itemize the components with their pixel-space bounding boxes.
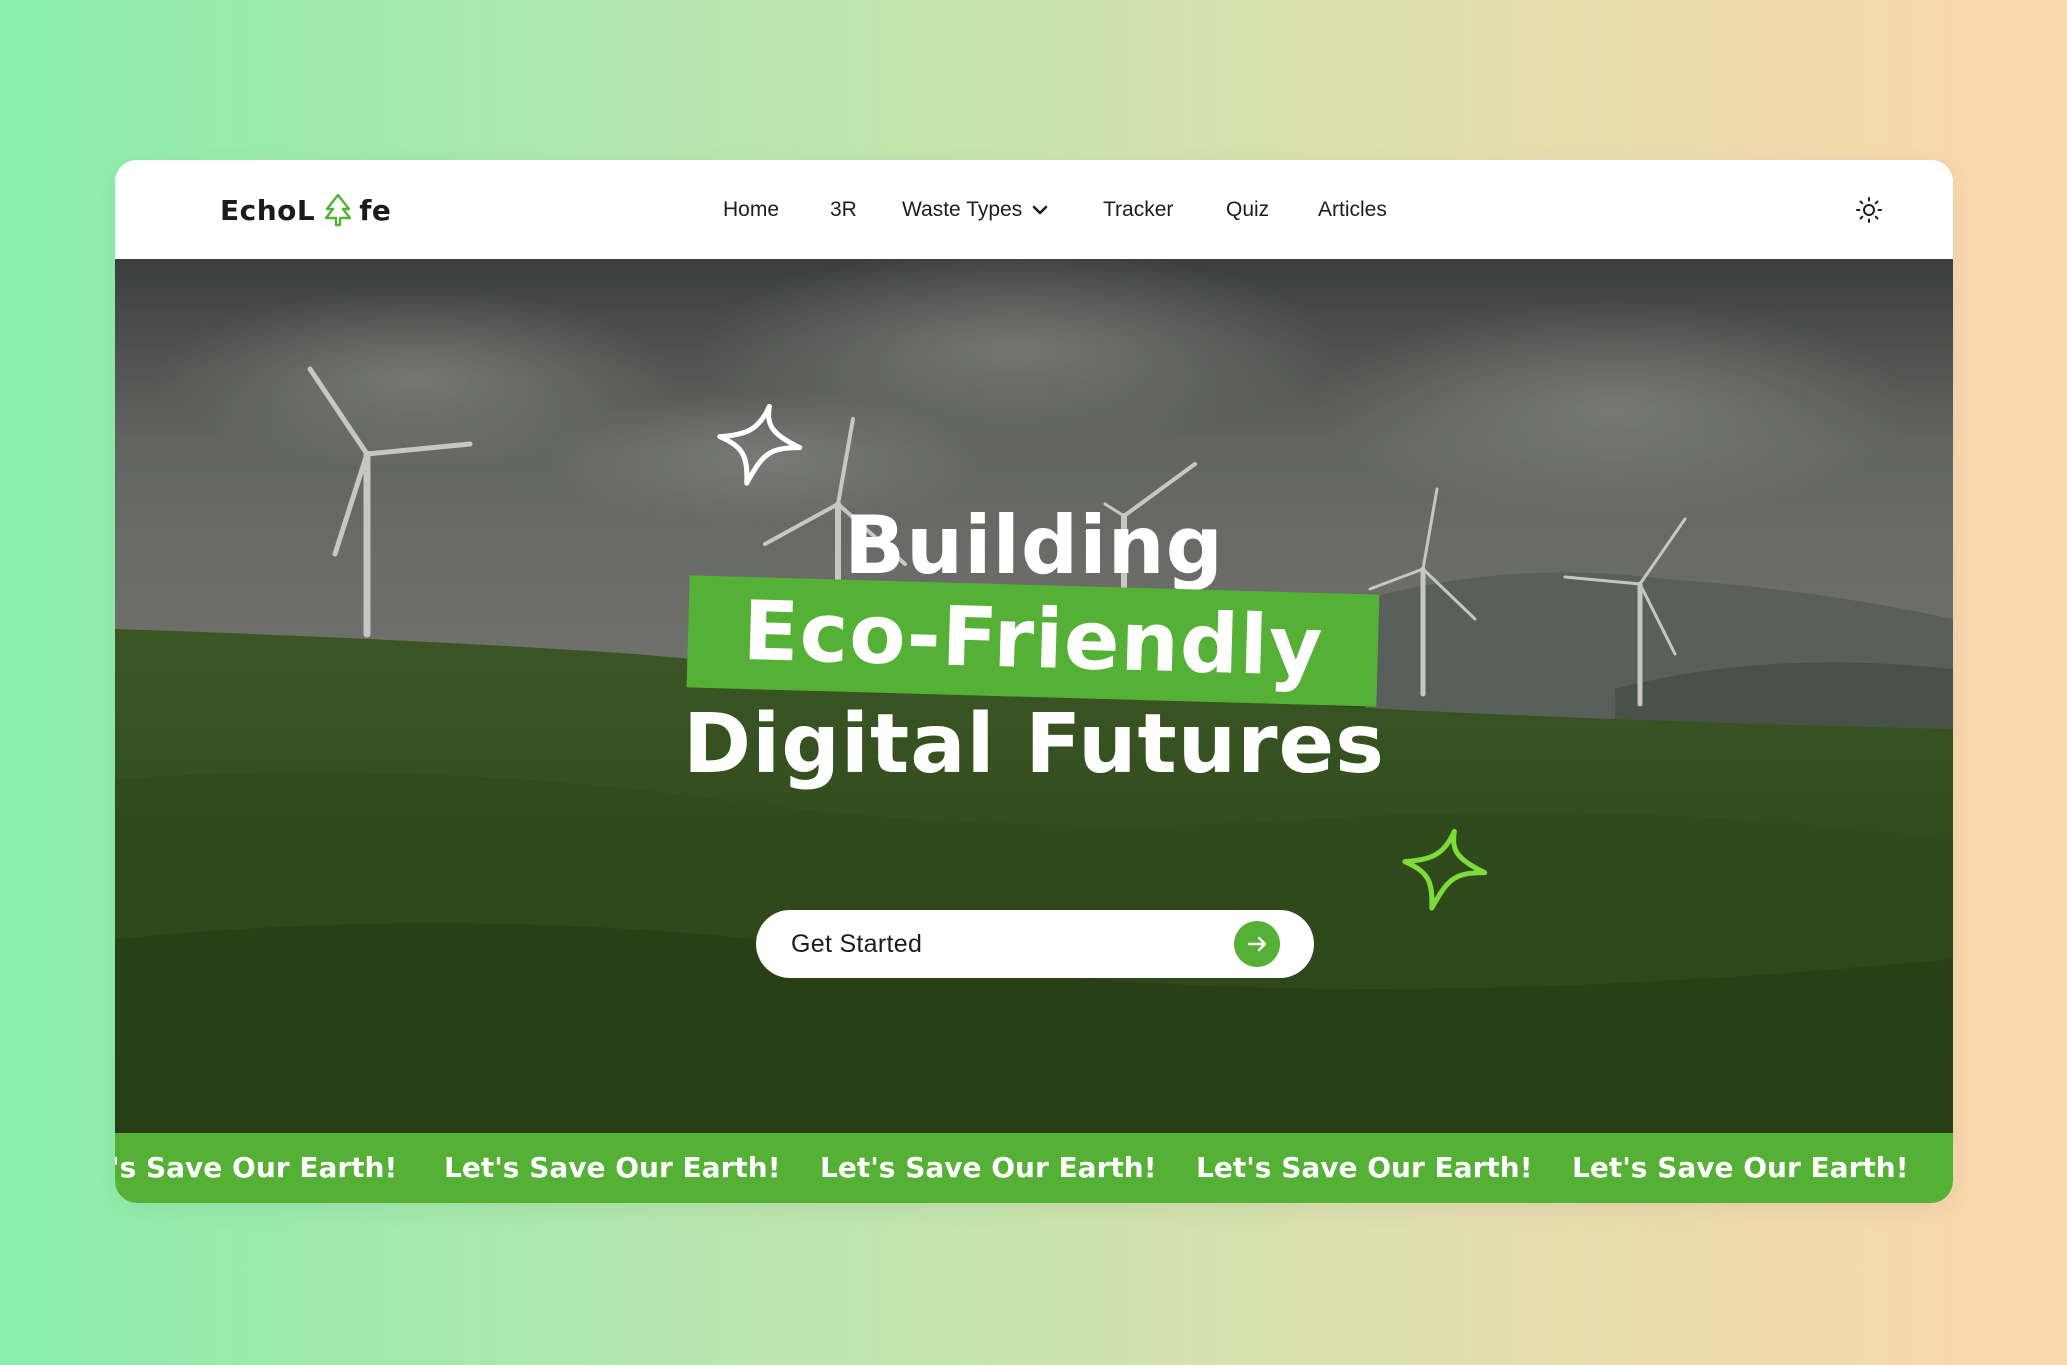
nav-item-waste-types[interactable]: Waste Types <box>902 190 1048 230</box>
hero-section: Building Eco-Friendly Digital Futures Ge… <box>115 259 1953 1133</box>
marquee-item: Let's Save Our Earth! <box>1196 1151 1533 1184</box>
nav-item-label: Articles <box>1318 198 1387 221</box>
marquee-item-partial: | <box>1950 1133 1953 1203</box>
headline-line-1: Building <box>844 499 1224 592</box>
main-nav: Home 3R Waste Types Tracker Quiz Article… <box>115 190 1953 230</box>
star-outline-green-icon <box>1402 828 1488 911</box>
headline-line-3: Digital Futures <box>683 697 1385 792</box>
nav-item-tracker[interactable]: Tracker <box>1103 190 1173 230</box>
nav-item-label: Quiz <box>1226 198 1270 221</box>
nav-item-quiz[interactable]: Quiz <box>1226 190 1269 230</box>
marquee-item: Let's Save Our Earth! <box>1572 1151 1909 1184</box>
nav-item-articles[interactable]: Articles <box>1318 190 1387 230</box>
site-header: EchoL fe Home 3R Waste Types Tracker Qui… <box>115 160 1953 259</box>
sun-icon[interactable] <box>1855 196 1883 224</box>
marquee-item: Let's Save Our Earth! <box>444 1151 781 1184</box>
get-started-button[interactable]: Get Started <box>756 910 1314 978</box>
nav-item-label: 3R <box>830 198 857 221</box>
headline-line-2: Eco-Friendly <box>741 583 1325 696</box>
nav-item-label: Home <box>723 198 780 221</box>
nav-item-home[interactable]: Home <box>723 190 779 230</box>
get-started-label: Get Started <box>791 930 923 958</box>
nav-item-3r[interactable]: 3R <box>830 190 857 230</box>
marquee-item: Let's Save Our Earth! <box>820 1151 1157 1184</box>
chevron-down-icon <box>1032 205 1048 215</box>
nav-item-label: Tracker <box>1103 198 1174 221</box>
marquee-banner: 's Save Our Earth! Let's Save Our Earth!… <box>115 1133 1953 1203</box>
arrow-right-icon <box>1234 921 1280 967</box>
nav-item-label: Waste Types <box>902 198 1023 221</box>
marquee-item: 's Save Our Earth! <box>115 1151 398 1184</box>
star-outline-white-icon <box>717 403 803 486</box>
browser-frame: EchoL fe Home 3R Waste Types Tracker Qui… <box>115 160 1953 1203</box>
